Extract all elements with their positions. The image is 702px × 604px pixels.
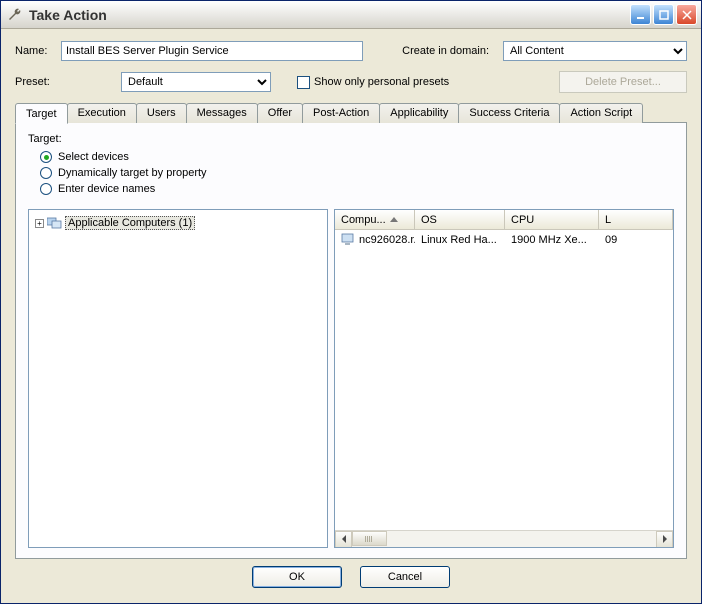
tab-offer[interactable]: Offer (257, 103, 303, 123)
take-action-dialog: Take Action Name: Create in domain: All … (0, 0, 702, 604)
preset-select[interactable]: Default (121, 72, 271, 92)
col-last[interactable]: L (599, 210, 673, 229)
radio-dynamic-target[interactable] (40, 167, 52, 179)
radio-label-enter-names: Enter device names (58, 183, 155, 195)
delete-preset-button[interactable]: Delete Preset... (559, 71, 687, 93)
close-button[interactable] (676, 4, 697, 25)
computer-icon (341, 233, 355, 246)
device-list: Compu... OS CPU L nc926028.r... Linux Re… (334, 209, 674, 548)
minimize-button[interactable] (630, 4, 651, 25)
domain-select[interactable]: All Content (503, 41, 687, 61)
scroll-left-button[interactable] (335, 531, 352, 548)
preset-label: Preset: (15, 76, 53, 88)
tree-root-label: Applicable Computers (1) (65, 216, 195, 230)
sort-asc-icon (390, 217, 398, 222)
radio-select-devices[interactable] (40, 151, 52, 163)
list-item[interactable]: nc926028.r... Linux Red Ha... 1900 MHz X… (335, 230, 673, 249)
expand-icon[interactable]: + (35, 219, 44, 228)
scroll-thumb[interactable] (352, 531, 387, 546)
radio-label-dynamic-target: Dynamically target by property (58, 167, 207, 179)
col-os[interactable]: OS (415, 210, 505, 229)
target-panel: Target: Select devices Dynamically targe… (15, 122, 687, 559)
maximize-button[interactable] (653, 4, 674, 25)
col-cpu[interactable]: CPU (505, 210, 599, 229)
tree-root-node[interactable]: + Applicable Computers (1) (35, 216, 321, 230)
tab-execution[interactable]: Execution (67, 103, 137, 123)
tab-success-criteria[interactable]: Success Criteria (458, 103, 560, 123)
target-heading: Target: (28, 133, 674, 145)
cancel-button[interactable]: Cancel (360, 566, 450, 588)
computers-icon (47, 216, 62, 230)
tab-messages[interactable]: Messages (186, 103, 258, 123)
horizontal-scrollbar[interactable] (335, 530, 673, 547)
tab-post-action[interactable]: Post-Action (302, 103, 380, 123)
tab-users[interactable]: Users (136, 103, 187, 123)
ok-button[interactable]: OK (252, 566, 342, 588)
tab-action-script[interactable]: Action Script (559, 103, 643, 123)
wrench-icon (7, 7, 23, 23)
titlebar: Take Action (1, 1, 701, 29)
col-computer[interactable]: Compu... (335, 210, 415, 229)
name-input[interactable] (61, 41, 363, 61)
column-headers: Compu... OS CPU L (335, 210, 673, 230)
device-tree[interactable]: + Applicable Computers (1) (28, 209, 328, 548)
domain-label: Create in domain: (402, 45, 489, 57)
radio-label-select-devices: Select devices (58, 151, 129, 163)
tab-bar: Target Execution Users Messages Offer Po… (15, 103, 687, 123)
personal-presets-label: Show only personal presets (314, 76, 449, 88)
tab-applicability[interactable]: Applicability (379, 103, 459, 123)
scroll-right-button[interactable] (656, 531, 673, 548)
radio-enter-names[interactable] (40, 183, 52, 195)
window-title: Take Action (29, 7, 630, 23)
tab-target[interactable]: Target (15, 103, 68, 124)
personal-presets-checkbox[interactable] (297, 76, 310, 89)
name-label: Name: (15, 45, 53, 57)
